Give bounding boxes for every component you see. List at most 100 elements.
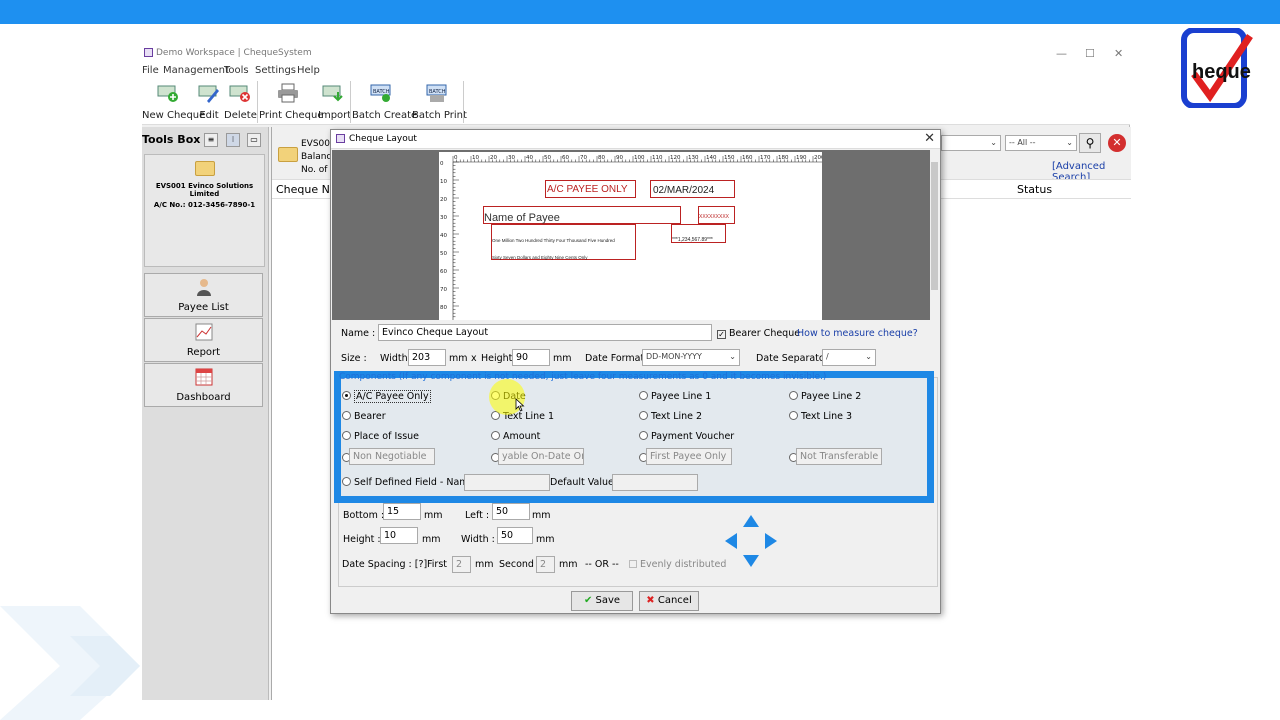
toolbar: New Cheque Edit Delete Print Cheque Impo… bbox=[142, 79, 1130, 125]
payee-list-button[interactable]: Payee List bbox=[144, 273, 263, 317]
preview-scrollbar[interactable] bbox=[930, 150, 939, 320]
radio-a-c-payee-only[interactable]: A/C Payee Only bbox=[342, 390, 431, 403]
arrow-up-icon[interactable] bbox=[743, 515, 759, 527]
default-value-input[interactable] bbox=[612, 474, 698, 491]
layout-name-input[interactable]: Evinco Cheque Layout bbox=[378, 324, 712, 341]
clear-search-button[interactable]: ✕ bbox=[1108, 134, 1126, 152]
menu-file[interactable]: File bbox=[142, 65, 159, 76]
report-button[interactable]: Report bbox=[144, 318, 263, 362]
date-separator-dropdown[interactable]: / ⌄ bbox=[822, 349, 876, 366]
cheque-layout-dialog: Cheque Layout ✕ 0 10 20 30 40 50 60 70 80 90 100 11… bbox=[330, 129, 941, 614]
list-view-button[interactable]: ≡ bbox=[204, 133, 218, 147]
dashboard-button[interactable]: Dashboard bbox=[144, 363, 263, 407]
radio-amount[interactable]: Amount bbox=[491, 431, 540, 443]
ruler-top-label: 170 bbox=[760, 155, 771, 161]
radio-circle bbox=[639, 431, 648, 440]
payee-box[interactable]: Name of Payee bbox=[483, 206, 681, 224]
search-button[interactable]: ⚲ bbox=[1079, 133, 1101, 153]
radio-circle bbox=[342, 411, 351, 420]
radio-self-defined-field[interactable]: Self Defined Field - Name : bbox=[342, 477, 481, 489]
radio-circle bbox=[342, 431, 351, 440]
radio-payee-line-1[interactable]: Payee Line 1 bbox=[639, 391, 711, 403]
print-cheque-button[interactable]: Print Cheque bbox=[259, 79, 324, 125]
ruler-top-label: 150 bbox=[724, 155, 735, 161]
title-bar: Demo Workspace | ChequeSystem — ☐ ✕ bbox=[142, 45, 1130, 63]
mm-label: mm bbox=[532, 510, 551, 521]
component-height-input[interactable]: 10 bbox=[380, 527, 418, 544]
bottom-input[interactable]: 15 bbox=[383, 503, 421, 520]
menu-tools[interactable]: Tools bbox=[224, 65, 249, 76]
date-format-dropdown[interactable]: DD-MON-YYYY ⌄ bbox=[642, 349, 740, 366]
maximize-button[interactable]: ☐ bbox=[1085, 47, 1095, 60]
scrollbar-thumb[interactable] bbox=[931, 162, 938, 290]
account-card[interactable]: EVS001 Evinco Solutions Limited A/C No.:… bbox=[144, 154, 265, 267]
minimize-button[interactable]: — bbox=[1056, 47, 1067, 60]
svg-text:BATCH: BATCH bbox=[429, 89, 446, 95]
radio-text-line-3[interactable]: Text Line 3 bbox=[789, 411, 852, 423]
left-input[interactable]: 50 bbox=[492, 503, 530, 520]
new-cheque-button[interactable]: New Cheque bbox=[142, 79, 205, 125]
self-defined-name-input[interactable] bbox=[464, 474, 550, 491]
component-text-field[interactable]: First Payee Only bbox=[646, 448, 732, 465]
batch-create-icon: BATCH bbox=[370, 84, 391, 102]
first-spacing-input[interactable]: 2 bbox=[452, 556, 471, 573]
chevron-down-icon: ⌄ bbox=[990, 138, 997, 147]
width-input[interactable]: 203 bbox=[408, 349, 446, 366]
arrow-left-icon[interactable] bbox=[725, 533, 737, 549]
account-number: A/C No.: 012-3456-7890-1 bbox=[153, 201, 256, 209]
menu-help[interactable]: Help bbox=[297, 65, 320, 76]
toolbar-separator bbox=[257, 81, 258, 123]
arrow-down-icon[interactable] bbox=[743, 555, 759, 567]
dialog-close-icon[interactable]: ✕ bbox=[924, 131, 935, 146]
detail-view-button[interactable]: ⁝ bbox=[226, 133, 240, 147]
column-status[interactable]: Status bbox=[1017, 183, 1052, 196]
radio-payee-line-2[interactable]: Payee Line 2 bbox=[789, 391, 861, 403]
date-box[interactable]: 02/MAR/2024 bbox=[650, 180, 735, 198]
batch-print-button[interactable]: BATCH Batch Print bbox=[412, 79, 467, 125]
radio-bearer[interactable]: Bearer bbox=[342, 411, 386, 423]
mm-label: mm bbox=[424, 510, 443, 521]
batch-create-button[interactable]: BATCH Batch Create bbox=[352, 79, 417, 125]
filter-dropdown[interactable]: ⌄ bbox=[941, 135, 1001, 151]
amount-box[interactable]: ***1,234,567.89*** bbox=[671, 224, 726, 243]
mm-label: mm bbox=[559, 559, 578, 570]
evenly-distributed-checkbox[interactable]: Evenly distributed bbox=[629, 559, 726, 570]
radio-circle bbox=[789, 411, 798, 420]
menu-management[interactable]: Management bbox=[163, 65, 229, 76]
amount-words-box[interactable]: One Million Two Hundred Thirty Four Thou… bbox=[491, 224, 636, 260]
cancel-button[interactable]: ✖ Cancel bbox=[639, 591, 699, 611]
stars-box[interactable]: XXXXXXXXX bbox=[698, 206, 735, 224]
tile-view-button[interactable]: ▭ bbox=[247, 133, 261, 147]
delete-icon bbox=[229, 85, 250, 102]
measure-cheque-link[interactable]: How to measure cheque? bbox=[797, 328, 918, 339]
date-format-label: Date Format bbox=[585, 353, 645, 364]
component-width-input[interactable]: 50 bbox=[497, 527, 533, 544]
height-label: Height bbox=[481, 353, 513, 364]
second-spacing-input[interactable]: 2 bbox=[536, 556, 555, 573]
arrow-right-icon[interactable] bbox=[765, 533, 777, 549]
radio-text-line-2[interactable]: Text Line 2 bbox=[639, 411, 702, 423]
ruler-top-label: 70 bbox=[580, 155, 587, 161]
checkmark-icon: ✔ bbox=[583, 595, 593, 606]
radio-place-of-issue[interactable]: Place of Issue bbox=[342, 431, 419, 443]
tools-box-panel: Tools Box ≡ ⁝ ▭ EVS001 Evinco Solutions … bbox=[142, 127, 269, 700]
edit-button[interactable]: Edit bbox=[196, 79, 222, 125]
ruler-top-label: 60 bbox=[562, 155, 569, 161]
account-name: EVS001 Evinco Solutions Limited bbox=[155, 182, 254, 198]
radio-payment-voucher[interactable]: Payment Voucher bbox=[639, 431, 734, 443]
bearer-checkbox[interactable]: ✓ Bearer Cheque bbox=[717, 328, 800, 339]
chevron-down-icon: ⌄ bbox=[1066, 138, 1073, 147]
delete-button[interactable]: Delete bbox=[224, 79, 257, 125]
import-button[interactable]: Import bbox=[318, 79, 351, 125]
ruler-top-label: 80 bbox=[598, 155, 605, 161]
component-text-field[interactable]: Not Transferable bbox=[796, 448, 882, 465]
close-button[interactable]: ✕ bbox=[1114, 47, 1123, 60]
status-filter-dropdown[interactable]: -- All -- ⌄ bbox=[1005, 135, 1077, 151]
component-text-field[interactable]: Non Negotiable bbox=[349, 448, 435, 465]
menu-settings[interactable]: Settings bbox=[255, 65, 296, 76]
ac-payee-box[interactable]: A/C PAYEE ONLY bbox=[545, 180, 636, 198]
save-button[interactable]: ✔ Save bbox=[571, 591, 633, 611]
height-input[interactable]: 90 bbox=[512, 349, 550, 366]
dialog-title-bar: Cheque Layout ✕ bbox=[331, 130, 940, 149]
component-text-field[interactable]: yable On-Date Only bbox=[498, 448, 584, 465]
